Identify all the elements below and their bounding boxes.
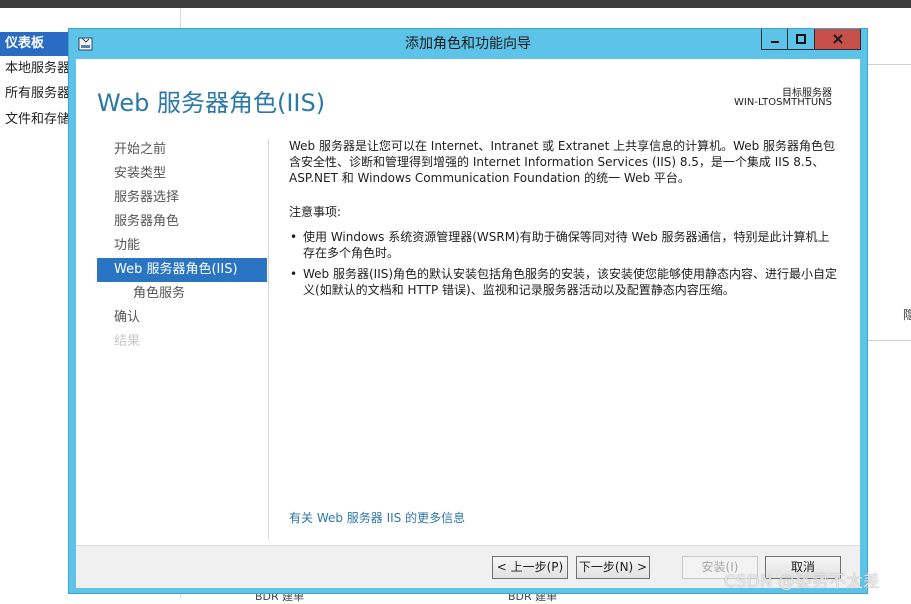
more-info-link[interactable]: 有关 Web 服务器 IIS 的更多信息 (289, 509, 465, 526)
wizard-client-area: Web 服务器角色(IIS) 目标服务器 WIN-LTOSMTHTUNS 开始之… (76, 59, 860, 588)
minimize-button[interactable] (761, 29, 788, 50)
csdn-watermark: CSDN @姿势不太差 (724, 572, 880, 592)
nav-item-installation-type[interactable]: 安装类型 (97, 162, 267, 186)
nav-item-web-server-role[interactable]: Web 服务器角色(IIS) (97, 258, 267, 282)
nav-item-server-roles[interactable]: 服务器角色 (97, 210, 267, 234)
page-title: Web 服务器角色(IIS) (97, 89, 326, 117)
previous-button[interactable]: < 上一步(P) (492, 556, 568, 579)
title-bar[interactable]: 添加角色和功能向导 (69, 29, 867, 59)
nav-item-role-services[interactable]: 角色服务 (97, 282, 267, 306)
background-right-text: 隐 (903, 308, 911, 322)
background-divider (868, 340, 911, 341)
nav-item-confirmation[interactable]: 确认 (97, 306, 267, 330)
list-item: • Web 服务器(IIS)角色的默认安装包括角色服务的安装，该安装使您能够使用静… (290, 267, 838, 297)
maximize-button[interactable] (788, 29, 815, 50)
bullet-text: 使用 Windows 系统资源管理器(WSRM)有助于确保等同对待 Web 服务… (303, 230, 830, 260)
minimize-icon (770, 41, 779, 43)
target-server-name: WIN-LTOSMTHTUNS (734, 97, 832, 108)
close-button[interactable] (815, 29, 861, 50)
dialog-title: 添加角色和功能向导 (405, 36, 531, 52)
list-item: • 使用 Windows 系统资源管理器(WSRM)有助于确保等同对待 Web 服… (290, 230, 830, 260)
close-icon (832, 34, 843, 44)
bullet-text: Web 服务器(IIS)角色的默认安装包括角色服务的安装，该安装使您能够使用静态… (303, 267, 838, 297)
notes-list: • 使用 Windows 系统资源管理器(WSRM)有助于确保等同对待 Web 服… (289, 229, 841, 303)
next-button[interactable]: 下一步(N) > (576, 556, 650, 579)
nav-item-results: 结果 (114, 334, 141, 349)
background-top-bar (0, 0, 911, 8)
notes-heading: 注意事项: (289, 205, 342, 219)
nav-divider (268, 139, 269, 539)
intro-text: Web 服务器是让您可以在 Internet、Intranet 或 Extran… (289, 139, 836, 185)
nav-item-features[interactable]: 功能 (97, 234, 267, 258)
add-roles-wizard-dialog: 添加角色和功能向导 Web 服务器角色(IIS) 目标服务器 WIN-LTOSM… (68, 28, 868, 594)
nav-item-before-you-begin[interactable]: 开始之前 (97, 138, 267, 162)
maximize-icon (796, 34, 806, 44)
nav-item-server-selection[interactable]: 服务器选择 (97, 186, 267, 210)
